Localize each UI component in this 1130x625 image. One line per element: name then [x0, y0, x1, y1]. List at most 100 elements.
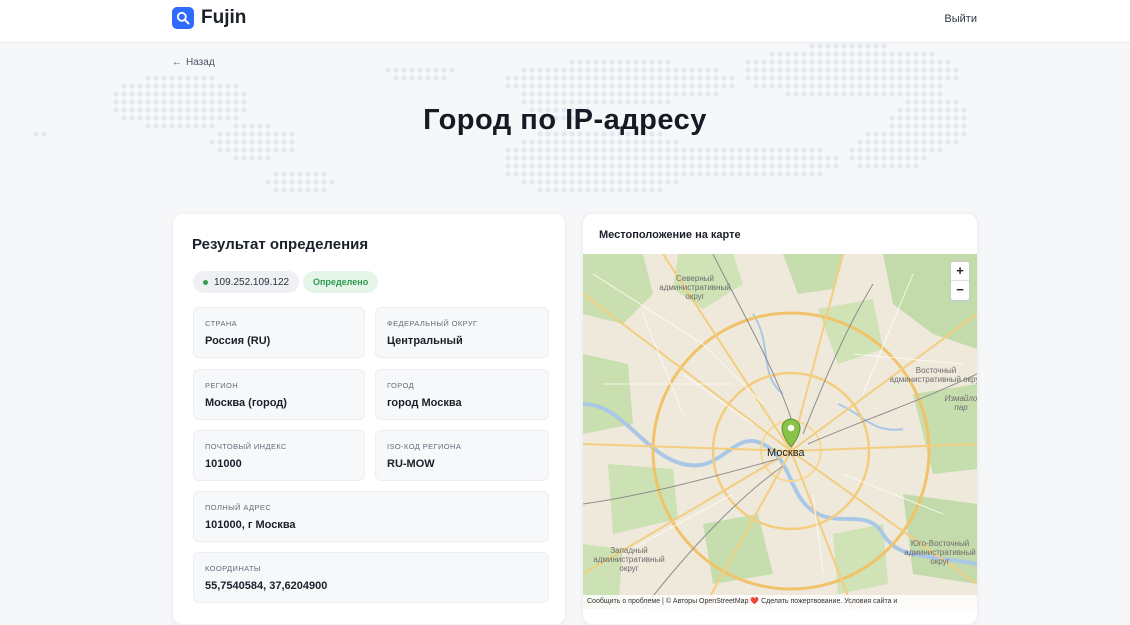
map-dot	[249, 147, 255, 153]
map-dot	[145, 83, 151, 89]
map-dot	[289, 179, 295, 185]
map-dot	[265, 139, 271, 145]
map-dot	[737, 163, 743, 169]
map-dot	[713, 171, 719, 177]
map-dot	[897, 67, 903, 73]
zoom-out-button[interactable]: −	[951, 280, 969, 299]
map-dot	[809, 43, 815, 49]
field-value: 55,7540584, 37,6204900	[205, 580, 328, 592]
map-dot	[913, 59, 919, 65]
map-dot	[577, 171, 583, 177]
map-dot	[729, 155, 735, 161]
map-dot	[585, 67, 591, 73]
map-dot	[857, 43, 863, 49]
brand-logo[interactable]: Fujin	[172, 7, 246, 29]
map-dot	[753, 171, 759, 177]
logout-link[interactable]: Выйти	[944, 13, 977, 25]
map-dot	[777, 171, 783, 177]
map-dot	[737, 147, 743, 153]
map-dot	[753, 75, 759, 81]
map-dot	[241, 91, 247, 97]
map-dot	[529, 75, 535, 81]
map-dot	[641, 187, 647, 193]
map-dot	[817, 51, 823, 57]
back-label: Назад	[186, 57, 215, 68]
map-dot	[545, 163, 551, 169]
map-dot	[849, 51, 855, 57]
map-dot	[857, 155, 863, 161]
map-dot	[265, 147, 271, 153]
map-dot	[697, 155, 703, 161]
map-dot	[641, 91, 647, 97]
map-dot	[569, 75, 575, 81]
map-dot	[529, 67, 535, 73]
map-dot	[289, 171, 295, 177]
map-dot	[897, 91, 903, 97]
map-dot	[673, 163, 679, 169]
field-label: Федеральный округ	[387, 319, 478, 328]
map-dot	[689, 163, 695, 169]
map-dot	[601, 91, 607, 97]
map-dot	[225, 139, 231, 145]
map-dot	[385, 67, 391, 73]
map-attribution[interactable]: Сообщить о проблеме | © Авторы OpenStree…	[583, 595, 977, 609]
map-dot	[849, 59, 855, 65]
map-dot	[601, 179, 607, 185]
map-dot	[721, 155, 727, 161]
map-dot	[681, 147, 687, 153]
map-dot	[681, 91, 687, 97]
map-dot	[913, 91, 919, 97]
map-city-label: Москва	[767, 447, 805, 459]
map-dot	[553, 171, 559, 177]
map-dot	[601, 83, 607, 89]
map-dot	[721, 83, 727, 89]
map-view[interactable]: Северный административный округ Восточны…	[583, 254, 977, 609]
map-dot	[633, 155, 639, 161]
map-dot	[225, 83, 231, 89]
map-dot	[569, 139, 575, 145]
map-dot	[297, 179, 303, 185]
map-dot	[521, 67, 527, 73]
map-dot	[801, 147, 807, 153]
zoom-in-button[interactable]: +	[951, 262, 969, 280]
map-dot	[625, 155, 631, 161]
map-dot	[537, 179, 543, 185]
map-dot	[529, 171, 535, 177]
map-dot	[769, 147, 775, 153]
map-dot	[593, 83, 599, 89]
map-dot	[313, 179, 319, 185]
map-dot	[121, 91, 127, 97]
map-dot	[825, 75, 831, 81]
map-dot	[817, 91, 823, 97]
map-dot	[673, 179, 679, 185]
map-dot	[745, 147, 751, 153]
map-dot	[633, 75, 639, 81]
map-dot	[585, 139, 591, 145]
map-dot	[209, 139, 215, 145]
map-dot	[641, 75, 647, 81]
map-dot	[833, 75, 839, 81]
map-dot	[609, 91, 615, 97]
map-dot	[569, 163, 575, 169]
map-dot	[449, 67, 455, 73]
map-dot	[129, 83, 135, 89]
map-dot	[617, 155, 623, 161]
page-title: Город по IP-адресу	[423, 104, 707, 136]
map-dot	[553, 83, 559, 89]
map-dot	[761, 67, 767, 73]
map-dot	[745, 171, 751, 177]
map-dot	[209, 83, 215, 89]
map-dot	[825, 83, 831, 89]
map-dot	[721, 147, 727, 153]
back-link[interactable]: ← Назад	[172, 57, 215, 68]
map-dot	[641, 147, 647, 153]
map-dot	[281, 171, 287, 177]
field-value: город Москва	[387, 397, 462, 409]
map-dot	[753, 163, 759, 169]
map-dot	[273, 147, 279, 153]
field-value: 101000, г Москва	[205, 519, 296, 531]
map-dot	[649, 67, 655, 73]
map-dot	[585, 91, 591, 97]
map-dot	[657, 187, 663, 193]
map-dot	[417, 67, 423, 73]
